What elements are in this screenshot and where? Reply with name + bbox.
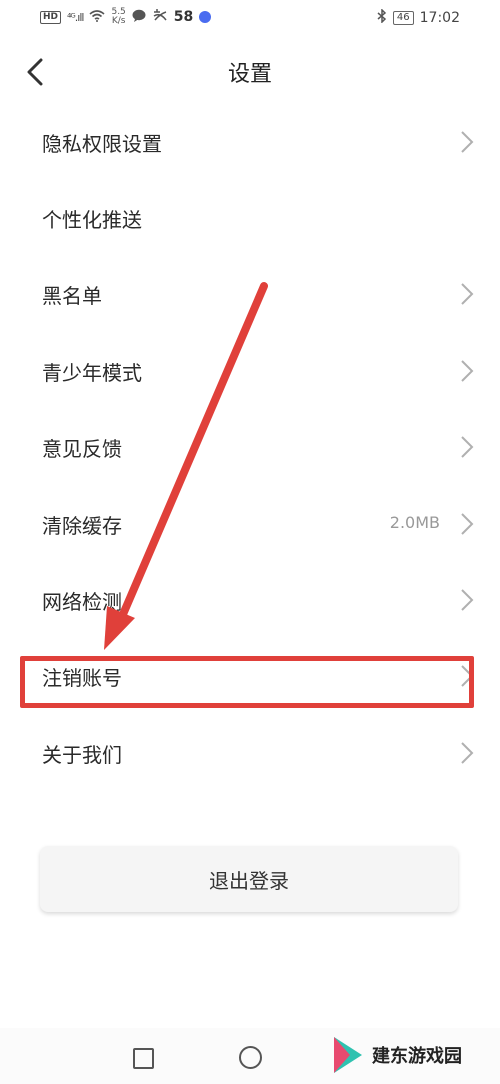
chevron-right-icon xyxy=(461,513,474,535)
status-bar: HD ⁴ᴳ.ıll 5.5 K/s 58 46 17:02 xyxy=(0,0,500,40)
chevron-right-icon xyxy=(461,360,474,382)
wifi-icon xyxy=(89,9,105,25)
settings-item-label: 清除缓存 xyxy=(42,514,122,538)
settings-item-network-check[interactable]: 网络检测 xyxy=(0,562,500,638)
recent-apps-button[interactable] xyxy=(133,1048,154,1069)
settings-item-teen-mode[interactable]: 青少年模式 xyxy=(0,333,500,409)
app-icon xyxy=(152,9,168,25)
net-speed: 5.5 K/s xyxy=(111,8,125,26)
signal-icon: ⁴ᴳ.ıll xyxy=(67,10,84,24)
status-left: HD ⁴ᴳ.ıll 5.5 K/s 58 xyxy=(40,8,212,26)
cache-size-value: 2.0MB xyxy=(389,513,440,532)
settings-item-blacklist[interactable]: 黑名单 xyxy=(0,256,500,332)
chevron-right-icon xyxy=(461,436,474,458)
chevron-right-icon xyxy=(461,589,474,611)
settings-item-label: 关于我们 xyxy=(42,743,122,767)
watermark-logo-icon xyxy=(334,1037,362,1073)
chevron-right-icon xyxy=(461,283,474,305)
chevron-right-icon xyxy=(461,742,474,764)
settings-item-privacy[interactable]: 隐私权限设置 xyxy=(0,104,500,180)
status-right: 46 17:02 xyxy=(377,8,460,27)
settings-item-label: 青少年模式 xyxy=(42,361,142,385)
settings-item-label: 意见反馈 xyxy=(42,437,122,461)
bluetooth-icon xyxy=(377,8,387,27)
hd-badge: HD xyxy=(40,10,62,24)
settings-item-clear-cache[interactable]: 清除缓存 2.0MB xyxy=(0,486,500,562)
settings-item-label: 个性化推送 xyxy=(42,208,142,232)
settings-item-label: 隐私权限设置 xyxy=(42,132,162,156)
watermark: 建东游戏园 xyxy=(330,1030,500,1080)
battery-icon: 46 xyxy=(392,11,414,25)
settings-item-about-us[interactable]: 关于我们 xyxy=(0,715,500,791)
page-title: 设置 xyxy=(227,62,272,87)
settings-item-label: 黑名单 xyxy=(42,284,102,308)
music-app-icon xyxy=(199,11,212,23)
settings-item-feedback[interactable]: 意见反馈 xyxy=(0,409,500,485)
logout-button[interactable]: 退出登录 xyxy=(40,846,458,912)
settings-item-personalized-push[interactable]: 个性化推送 xyxy=(0,180,500,256)
settings-item-label: 网络检测 xyxy=(42,590,122,614)
chat-icon xyxy=(132,9,146,25)
watermark-text: 建东游戏园 xyxy=(372,1046,462,1067)
highlight-box xyxy=(20,656,474,708)
net-speed-unit: K/s xyxy=(111,16,126,26)
chevron-right-icon xyxy=(461,131,474,153)
status-time: 17:02 xyxy=(419,10,460,26)
home-button[interactable] xyxy=(239,1046,262,1069)
notification-count: 58 xyxy=(173,9,194,25)
